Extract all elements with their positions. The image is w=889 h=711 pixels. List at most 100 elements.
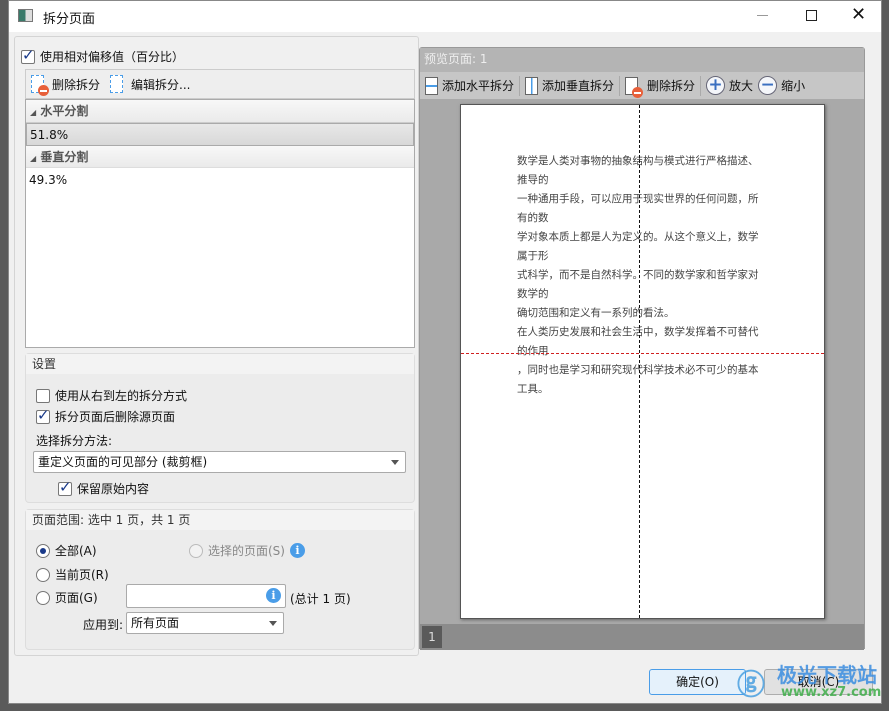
checkbox[interactable]: [21, 46, 35, 64]
list-item[interactable]: 49.3%: [26, 168, 414, 191]
page-text-line: 数学是人类对事物的抽象结构与模式进行严格描述、: [517, 155, 759, 167]
checkbox[interactable]: [36, 406, 50, 424]
delete-split-icon: [625, 76, 644, 98]
page-text-line: 数学的: [517, 288, 549, 300]
checkbox[interactable]: [58, 478, 72, 496]
checkbox-label: 使用从右到左的拆分方式: [55, 389, 188, 403]
vertical-split-icon: [525, 76, 539, 95]
delete-split-button[interactable]: 删除拆分: [620, 72, 700, 99]
use-relative-checkbox[interactable]: 使用相对偏移值（百分比）: [21, 46, 185, 65]
group-label: 水平分割: [40, 104, 89, 118]
method-label: 选择拆分方法:: [36, 434, 113, 448]
page-range-title: 页面范围: 选中 1 页，共 1 页: [26, 510, 414, 530]
page-text-line: 工具。: [517, 383, 549, 395]
radio[interactable]: [36, 590, 50, 605]
close-icon[interactable]: ✕: [851, 4, 866, 25]
delete-split-button[interactable]: 删除拆分: [26, 70, 105, 98]
total-pages: (总计 1 页): [290, 592, 351, 606]
select-value: 所有页面: [131, 616, 180, 630]
info-icon[interactable]: i: [289, 543, 305, 558]
group-header-vertical[interactable]: ◢ 垂直分割: [26, 146, 414, 168]
split-toolbar: 删除拆分 编辑拆分...: [25, 69, 415, 99]
page-text-line: 式科学，而不是自然科学。不同的数学家和哲学家对: [517, 269, 759, 281]
page-text-line: 推导的: [517, 174, 549, 186]
split-pages-dialog: 拆分页面 ✕ 使用相对偏移值（百分比） 删除拆分 编辑拆分... ◢ 水平分割 …: [8, 0, 882, 704]
preview-panel: 预览页面: 1 添加水平拆分 添加垂直拆分 删除拆分 + 放大 − 缩小 数学是人类…: [419, 47, 865, 650]
page-text-line: 一种通用手段，可以应用于现实世界的任何问题，所: [517, 193, 759, 205]
collapse-icon[interactable]: ◢: [30, 108, 36, 117]
pages-input[interactable]: i: [126, 584, 286, 608]
apply-to-label: 应用到:: [83, 618, 124, 632]
vertical-split-line[interactable]: [639, 105, 640, 618]
page-range-group: 页面范围: 选中 1 页，共 1 页 全部(A) 选择的页面(S) i 当前页(R…: [25, 509, 415, 650]
zoom-out-button[interactable]: − 缩小: [758, 72, 810, 99]
radio-selected-pages[interactable]: 选择的页面(S) i: [189, 542, 305, 559]
page-text-line: 有的数: [517, 212, 549, 224]
preview-page: 数学是人类对事物的抽象结构与模式进行严格描述、 推导的一种通用手段，可以应用于现实…: [460, 104, 825, 619]
page-text-line: 属于形: [517, 250, 549, 262]
delete-source-checkbox[interactable]: 拆分页面后删除源页面: [36, 406, 176, 425]
page-text-line: 确切范围和定义有一系列的看法。: [517, 307, 675, 319]
radio[interactable]: [36, 567, 50, 582]
checkbox-label: 拆分页面后删除源页面: [55, 410, 176, 424]
radio-label: 全部(A): [55, 544, 97, 558]
button-label: 缩小: [781, 79, 806, 93]
collapse-icon[interactable]: ◢: [30, 154, 36, 163]
minimize-icon[interactable]: [757, 15, 768, 16]
split-method-select[interactable]: 重定义页面的可见部分 (裁剪框): [33, 451, 406, 473]
delete-split-icon: [31, 75, 49, 96]
select-value: 重定义页面的可见部分 (裁剪框): [38, 455, 208, 469]
page-strip: 1: [420, 624, 864, 650]
info-icon[interactable]: i: [266, 588, 281, 603]
horizontal-split-line[interactable]: [461, 353, 824, 354]
preview-toolbar: 添加水平拆分 添加垂直拆分 删除拆分 + 放大 − 缩小: [420, 72, 864, 99]
left-panel: 使用相对偏移值（百分比） 删除拆分 编辑拆分... ◢ 水平分割 51.8% ◢…: [14, 36, 419, 656]
settings-group: 设置 使用从右到左的拆分方式 拆分页面后删除源页面 选择拆分方法: 重定义页面的…: [25, 353, 415, 503]
cancel-button[interactable]: 取消(C): [764, 669, 873, 695]
radio[interactable]: [36, 543, 50, 558]
edit-split-icon: [110, 75, 124, 93]
maximize-icon[interactable]: [806, 10, 817, 21]
chevron-down-icon: [269, 621, 277, 626]
zoom-in-button[interactable]: + 放大: [701, 72, 758, 99]
button-label: 添加垂直拆分: [542, 79, 615, 93]
group-label: 垂直分割: [40, 150, 89, 164]
button-label: 删除拆分: [52, 77, 101, 92]
page-thumb[interactable]: 1: [422, 626, 442, 648]
radio-pages[interactable]: 页面(G): [36, 589, 98, 606]
chevron-down-icon: [391, 460, 399, 465]
checkbox[interactable]: [36, 388, 50, 403]
radio-current[interactable]: 当前页(R): [36, 566, 109, 583]
group-header-horizontal[interactable]: ◢ 水平分割: [26, 100, 414, 123]
app-icon: [18, 9, 33, 22]
split-list: ◢ 水平分割 51.8% ◢ 垂直分割 49.3%: [25, 99, 415, 348]
preview-title: 预览页面: 1: [420, 48, 864, 72]
radio-label: 当前页(R): [55, 568, 109, 582]
button-label: 放大: [729, 79, 754, 93]
add-horizontal-split-button[interactable]: 添加水平拆分: [420, 72, 519, 99]
radio-all[interactable]: 全部(A): [36, 542, 97, 559]
list-item[interactable]: 51.8%: [26, 123, 414, 146]
keep-original-checkbox[interactable]: 保留原始内容: [58, 478, 150, 497]
radio-label: 选择的页面(S): [208, 544, 285, 558]
button-label: 删除拆分: [647, 79, 696, 93]
ok-button[interactable]: 确定(O): [649, 669, 746, 695]
page-text-line: ，同时也是学习和研究现代科学技术必不可少的基本: [517, 364, 759, 376]
horizontal-split-icon: [425, 76, 438, 95]
zoom-out-icon: −: [758, 76, 778, 95]
edit-split-button[interactable]: 编辑拆分...: [105, 70, 195, 98]
page-text-line: 学对象本质上都是人为定义的。从这个意义上，数学: [517, 231, 759, 243]
radio[interactable]: [189, 543, 203, 558]
checkbox-label: 使用相对偏移值（百分比）: [40, 50, 185, 64]
zoom-in-icon: +: [706, 76, 726, 95]
settings-title: 设置: [26, 354, 414, 374]
radio-label: 页面(G): [55, 591, 98, 605]
rtl-checkbox[interactable]: 使用从右到左的拆分方式: [36, 387, 187, 404]
checkbox-label: 保留原始内容: [77, 482, 150, 496]
button-label: 编辑拆分...: [131, 77, 191, 92]
apply-to-select[interactable]: 所有页面: [126, 612, 284, 634]
add-vertical-split-button[interactable]: 添加垂直拆分: [520, 72, 619, 99]
title-bar: 拆分页面 ✕: [9, 1, 881, 32]
page-text-line: 在人类历史发展和社会生活中，数学发挥着不可替代: [517, 326, 759, 338]
button-label: 添加水平拆分: [442, 79, 515, 93]
